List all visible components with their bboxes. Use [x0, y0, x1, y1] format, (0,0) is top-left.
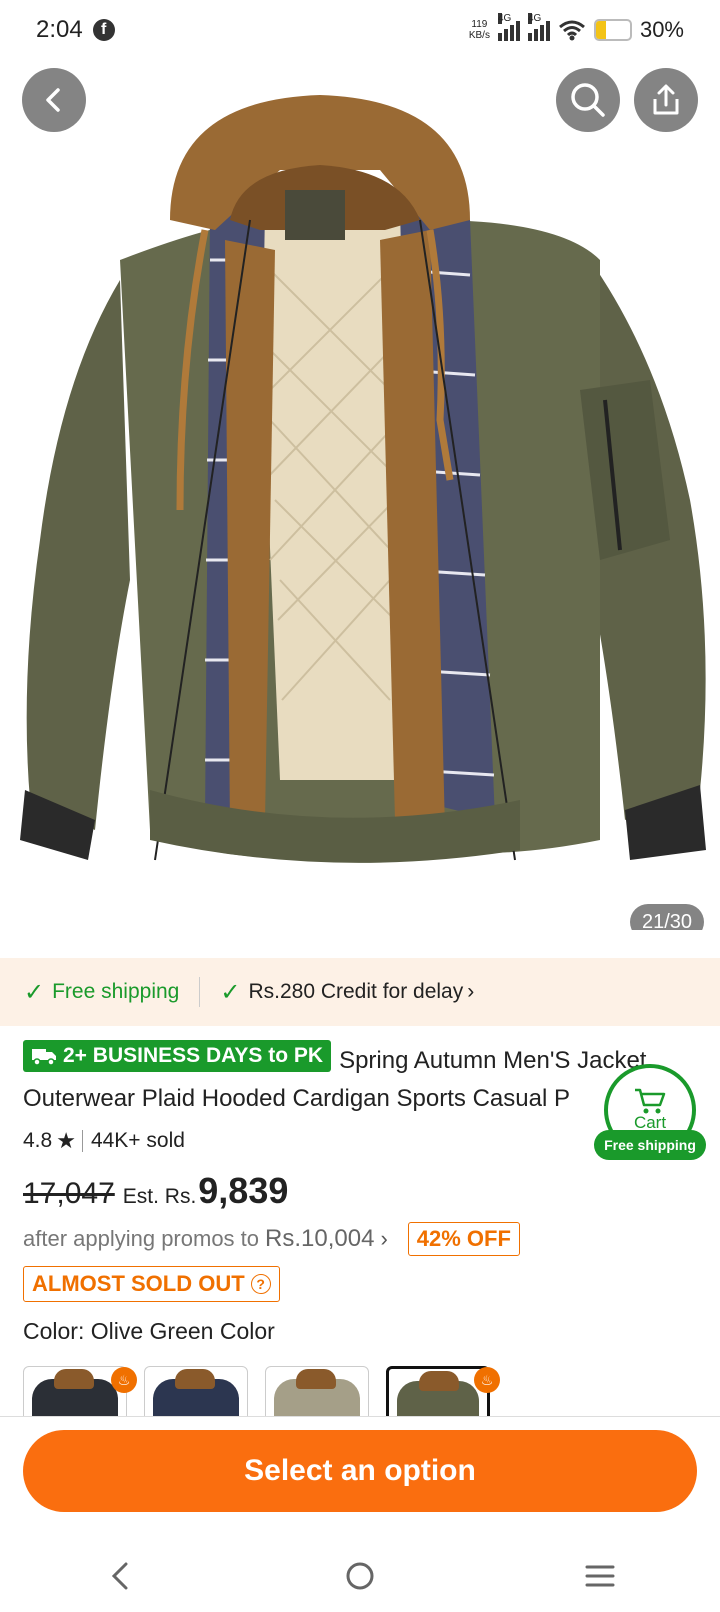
free-shipping-label: Free shipping — [52, 980, 180, 1003]
chevron-right-icon: › — [467, 980, 475, 1003]
nav-menu-icon — [585, 1565, 615, 1587]
hot-flame-icon: ♨ — [111, 1367, 137, 1393]
question-icon: ? — [250, 1274, 271, 1294]
network-type-label-2: 4G — [527, 13, 542, 24]
discount-badge: 42% OFF — [407, 1222, 520, 1256]
network-speed-unit: KB/s — [468, 30, 490, 41]
image-counter: 21/30 — [630, 904, 705, 930]
network-speed: 119 KB/s — [469, 19, 490, 41]
facebook-icon: f — [92, 19, 115, 41]
network-speed-value: 119 — [471, 19, 488, 30]
cart-icon — [635, 1088, 666, 1114]
search-icon — [571, 83, 605, 117]
divider — [0, 1416, 720, 1417]
nav-back-button[interactable] — [90, 1556, 150, 1596]
status-indicators: 119 KB/s 4G 4G 30% — [469, 13, 684, 43]
swatch-hood — [419, 1371, 459, 1391]
hot-flame-icon: ♨ — [474, 1367, 500, 1393]
wifi-icon — [558, 20, 585, 41]
share-icon — [653, 84, 679, 115]
est-label: Est. Rs. — [122, 1185, 197, 1208]
product-image-gallery[interactable]: 21/30 — [0, 0, 720, 930]
color-swatches: ♨ ♨ — [23, 1366, 720, 1416]
rating-row[interactable]: 4.8 ★ 44K+ sold — [23, 1128, 185, 1154]
promo-row[interactable]: after applying promos to Rs.10,004 › 42%… — [23, 1222, 520, 1256]
checkmark-icon: ✓ — [220, 978, 241, 1006]
sold-count: 44K+ sold — [90, 1129, 185, 1152]
swatch-hood — [296, 1369, 336, 1389]
promo-text: after applying promos to — [23, 1226, 260, 1251]
product-image — [20, 95, 706, 863]
chevron-left-icon — [46, 88, 60, 112]
delay-credit-label: Rs.280 Credit for delay — [248, 980, 464, 1003]
promo-price: Rs.10,004 — [265, 1225, 375, 1252]
select-option-button[interactable]: Select an option — [23, 1430, 697, 1512]
nav-home-button[interactable] — [330, 1556, 390, 1596]
stock-notice: ALMOST SOLD OUT — [32, 1271, 245, 1296]
status-bar: 2:04 f 119 KB/s 4G 4G 30% — [0, 0, 720, 60]
almost-sold-out-badge[interactable]: ALMOST SOLD OUT ? — [23, 1266, 280, 1302]
star-icon: ★ — [56, 1128, 76, 1153]
system-nav-bar — [0, 1540, 720, 1612]
signal-icon: 4G — [497, 13, 520, 41]
search-button[interactable] — [556, 68, 620, 132]
back-button[interactable] — [22, 68, 86, 132]
color-swatch[interactable] — [265, 1366, 369, 1416]
truck-icon — [32, 1049, 56, 1066]
share-button[interactable] — [634, 68, 698, 132]
battery-percent: 30% — [639, 17, 684, 42]
swatch-hood — [175, 1369, 215, 1389]
nav-menu-button[interactable] — [570, 1556, 630, 1596]
delivery-badge-text: 2+ BUSINESS DAYS to PK — [63, 1044, 324, 1067]
color-swatch[interactable] — [144, 1366, 248, 1416]
original-price: 17,047 — [23, 1177, 115, 1210]
title-line-2: Outerwear Plaid Hooded Cardigan Sports C… — [23, 1085, 570, 1112]
color-label: Color: Olive Green Color — [23, 1318, 275, 1344]
swatch-hood — [54, 1369, 94, 1389]
network-type-label: 4G — [497, 13, 512, 24]
shipping-info-strip[interactable]: ✓ Free shipping ✓ Rs.280 Credit for dela… — [0, 958, 720, 1026]
current-price: 9,839 — [198, 1170, 289, 1211]
product-title: 2+ BUSINESS DAYS to PK Spring Autumn Men… — [23, 1040, 703, 1118]
status-time: 2:04 — [36, 16, 83, 43]
price-row: 17,047 Est. Rs. 9,839 — [23, 1170, 288, 1212]
nav-back-icon — [111, 1562, 128, 1590]
rating-value: 4.8 — [23, 1129, 53, 1152]
divider — [81, 1130, 83, 1152]
delivery-badge: 2+ BUSINESS DAYS to PK — [23, 1040, 332, 1072]
battery-fill — [595, 21, 607, 39]
signal-icon-2: 4G — [527, 13, 550, 41]
cart-free-shipping-badge: Free shipping — [594, 1130, 706, 1160]
nav-home-icon — [346, 1562, 374, 1590]
battery-icon — [593, 19, 632, 41]
divider — [199, 977, 201, 1007]
checkmark-icon: ✓ — [24, 978, 45, 1006]
chevron-right-icon: › — [380, 1226, 388, 1251]
title-line-1: Spring Autumn Men'S Jacket — [339, 1047, 647, 1074]
